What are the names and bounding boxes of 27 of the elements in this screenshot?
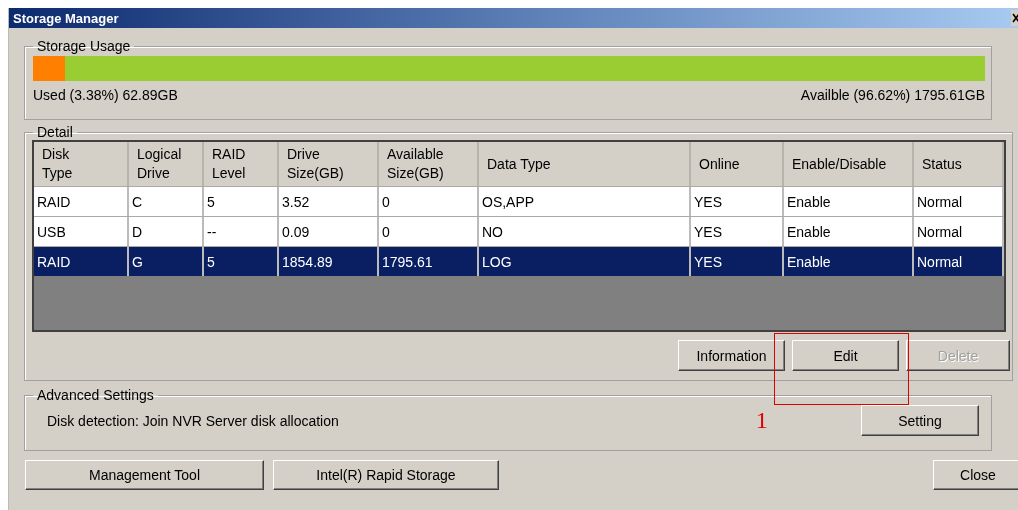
used-label: Used (3.38%) 62.89GB <box>33 87 178 103</box>
footer-button[interactable]: Management Tool <box>25 460 264 490</box>
action-button[interactable]: Edit <box>792 340 899 371</box>
action-button[interactable]: Information <box>678 340 785 371</box>
footer-button[interactable]: Intel(R) Rapid Storage <box>273 460 499 490</box>
table-cell: LOG <box>479 247 691 276</box>
close-button[interactable]: Close <box>933 460 1018 490</box>
table-cell: 5 <box>204 247 279 276</box>
available-label: Availble (96.62%) 1795.61GB <box>800 87 985 103</box>
window-title: Storage Manager <box>13 10 119 26</box>
annotation-number: 1 <box>755 407 768 434</box>
table-cell: Normal <box>914 247 1004 276</box>
table-row[interactable]: RAID G 5 1854.89 1795.61 LOG YES Enable Normal <box>34 246 1004 276</box>
table-row[interactable]: USB D -- 0.09 0 NO YES Enable Normal <box>34 216 1004 246</box>
table-cell: Enable <box>784 247 914 276</box>
group-title: Storage Usage <box>36 38 132 54</box>
group-title: Detail <box>36 124 74 140</box>
setting-button[interactable]: Setting <box>861 405 979 436</box>
table-cell: 1795.61 <box>379 247 479 276</box>
table-cell: G <box>129 247 204 276</box>
table-cell: YES <box>691 247 784 276</box>
table-cell: RAID <box>34 247 129 276</box>
close-icon[interactable] <box>1011 10 1018 26</box>
table-cell: 1854.89 <box>279 247 379 276</box>
disk-detection-text: Disk detection: Join NVR Server disk allocation <box>47 412 339 429</box>
table-row[interactable]: RAID C 5 3.52 0 OS,APP YES Enable Normal <box>34 186 1004 216</box>
group-title: Advanced Settings <box>36 387 155 403</box>
